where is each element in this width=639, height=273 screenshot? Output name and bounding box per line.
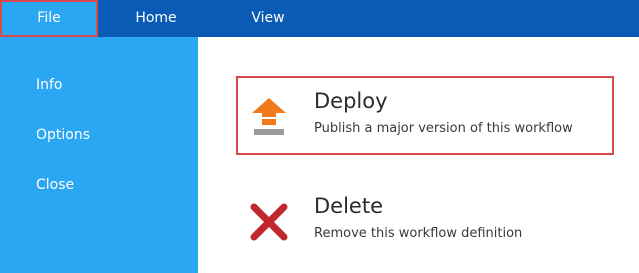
delete-button[interactable]: Delete Remove this workflow definition xyxy=(236,181,614,260)
tab-file[interactable]: File xyxy=(0,0,98,37)
sidebar-item-options[interactable]: Options xyxy=(36,127,90,143)
delete-title: Delete xyxy=(314,194,383,218)
tab-home[interactable]: Home xyxy=(118,0,194,37)
backstage-main: Deploy Publish a major version of this w… xyxy=(198,37,639,273)
tab-view[interactable]: View xyxy=(232,0,304,37)
backstage-sidebar: Info Options Close xyxy=(0,37,198,273)
upload-arrow-icon xyxy=(252,98,286,135)
sidebar-item-info[interactable]: Info xyxy=(36,77,63,93)
sidebar-item-close[interactable]: Close xyxy=(36,177,74,193)
delete-description: Remove this workflow definition xyxy=(314,226,523,241)
deploy-button[interactable]: Deploy Publish a major version of this w… xyxy=(236,76,614,155)
red-x-icon xyxy=(250,203,288,241)
deploy-description: Publish a major version of this workflow xyxy=(314,121,573,136)
deploy-title: Deploy xyxy=(314,89,388,113)
ribbon-bar: File Home View xyxy=(0,0,639,37)
